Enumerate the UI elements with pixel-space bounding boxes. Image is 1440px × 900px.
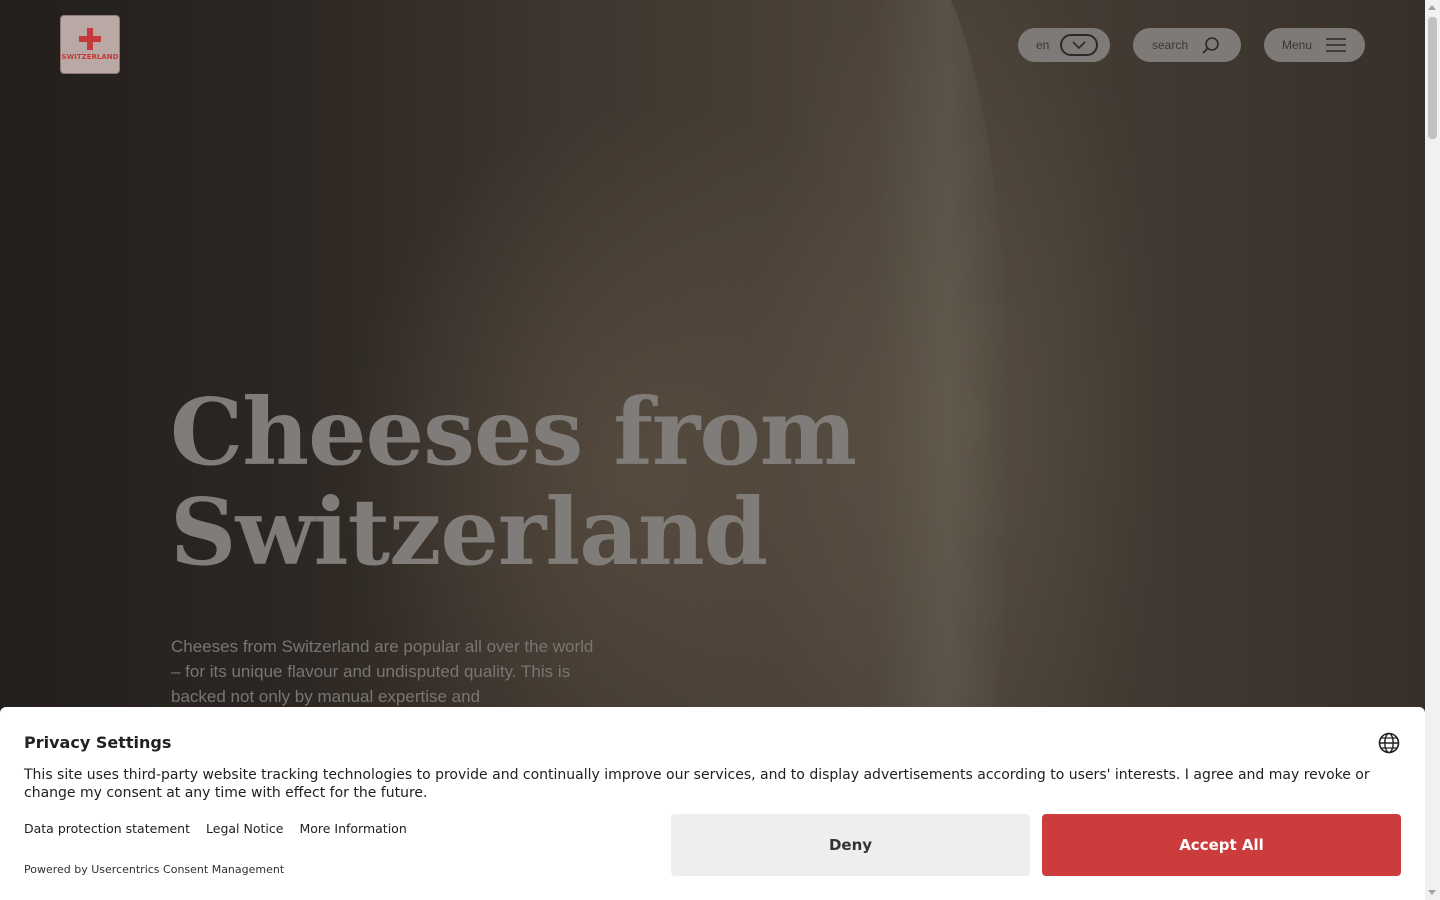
page-scrollbar[interactable] [1425, 0, 1440, 900]
swiss-cross-icon [79, 28, 101, 50]
logo-text: SWITZERLAND [61, 53, 119, 61]
menu-label: Menu [1282, 38, 1313, 52]
search-button[interactable]: search [1133, 28, 1241, 62]
consent-description: This site uses third-party website track… [24, 767, 1370, 801]
language-label: en [1036, 38, 1050, 52]
scrollbar-thumb[interactable] [1428, 17, 1437, 139]
hero-intro-text: Cheeses from Switzerland are popular all… [171, 637, 594, 706]
more-information-link[interactable]: More Information [299, 821, 406, 836]
language-selector[interactable]: en [1018, 28, 1110, 62]
deny-button[interactable]: Deny [671, 814, 1030, 876]
page-title: Cheeses from Switzerland [170, 382, 970, 582]
scroll-down-arrow-icon[interactable] [1428, 890, 1436, 895]
search-icon [1201, 36, 1221, 59]
consent-links: Data protection statement Legal Notice M… [24, 821, 407, 836]
title-line-1: Cheeses from [170, 378, 857, 486]
consent-title: Privacy Settings [24, 733, 172, 752]
menu-button[interactable]: Menu [1264, 28, 1365, 62]
site-logo[interactable]: SWITZERLAND [60, 15, 120, 74]
search-label: search [1152, 38, 1189, 52]
globe-language-icon[interactable] [1378, 732, 1400, 758]
data-protection-link[interactable]: Data protection statement [24, 821, 190, 836]
powered-by-text: Powered by Usercentrics Consent Manageme… [24, 863, 285, 876]
privacy-consent-banner: Privacy Settings This site uses third-pa… [0, 707, 1425, 900]
legal-notice-link[interactable]: Legal Notice [206, 821, 283, 836]
accept-all-button[interactable]: Accept All [1042, 814, 1401, 876]
hamburger-icon [1325, 38, 1347, 55]
chevron-down-icon[interactable] [1060, 34, 1098, 56]
scroll-up-arrow-icon[interactable] [1428, 5, 1436, 10]
title-line-2: Switzerland [170, 478, 768, 586]
